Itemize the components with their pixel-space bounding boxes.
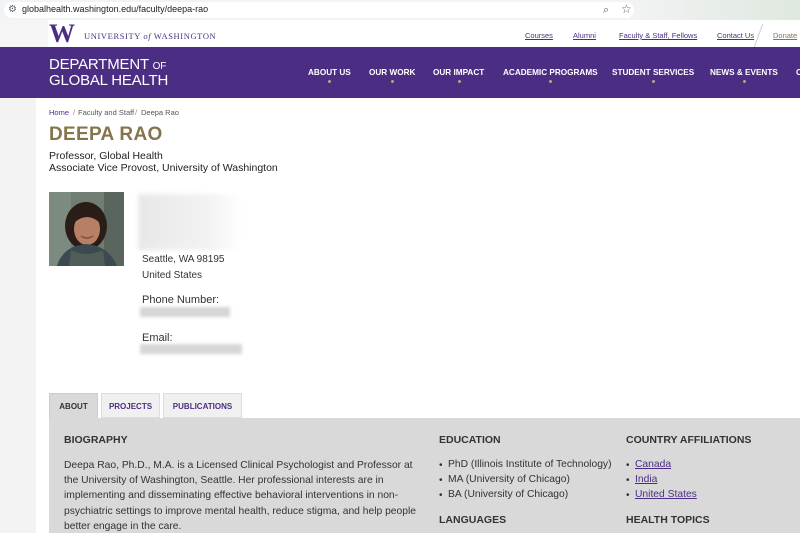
- education-item: PhD (Illinois Institute of Technology): [448, 459, 612, 470]
- bullet-icon: •: [439, 475, 443, 486]
- browser-address-bar: ⚙ globalhealth.washington.edu/faculty/de…: [0, 0, 800, 20]
- nav-dot: [549, 80, 553, 83]
- nav-label: ACADEMIC PROGRAMS: [503, 68, 598, 77]
- breadcrumb-separator: /: [135, 108, 138, 117]
- wordmark-washington: WASHINGTON: [151, 31, 217, 41]
- bullet-icon: •: [439, 460, 443, 471]
- wordmark-university: UNIVERSITY: [84, 31, 144, 41]
- health-topics-heading: HEALTH TOPICS: [626, 514, 710, 526]
- education-heading: EDUCATION: [439, 434, 501, 446]
- nav-our-impact[interactable]: OUR IMPACT: [433, 68, 485, 83]
- url-field[interactable]: ⚙ globalhealth.washington.edu/faculty/de…: [4, 2, 634, 18]
- tab-projects[interactable]: PROJECTS: [101, 393, 160, 418]
- email-label: Email:: [142, 332, 173, 344]
- bookmark-star-icon[interactable]: ☆: [621, 2, 632, 16]
- languages-heading: LANGUAGES: [439, 514, 507, 526]
- link-donate[interactable]: Donate: [773, 31, 797, 40]
- contact-city: Seattle, WA 98195: [142, 254, 225, 265]
- nav-dot: [391, 80, 395, 83]
- dept-of: OF: [152, 61, 167, 72]
- nav-label: STUDENT SERVICES: [612, 68, 695, 77]
- nav-label: OUR WORK: [369, 68, 416, 77]
- site-info-icon[interactable]: ⚙: [8, 4, 17, 15]
- nav-our-work[interactable]: OUR WORK: [369, 68, 416, 83]
- page-title: DEEPA RAO: [49, 124, 163, 145]
- person-title-secondary: Associate Vice Provost, University of Wa…: [49, 162, 278, 174]
- link-courses[interactable]: Courses: [525, 31, 553, 40]
- uw-w-logo[interactable]: W: [49, 21, 75, 47]
- bullet-icon: •: [439, 490, 443, 501]
- phone-label: Phone Number:: [142, 294, 220, 306]
- breadcrumb-separator: /: [73, 108, 76, 117]
- bullet-icon: •: [626, 490, 630, 501]
- country-affiliations-heading: COUNTRY AFFILIATIONS: [626, 434, 752, 446]
- redacted-address: [138, 194, 242, 250]
- uw-top-bar: W UNIVERSITY of WASHINGTON Courses Alumn…: [0, 20, 800, 47]
- browser-toolbar-area: [636, 0, 800, 20]
- bullet-icon: •: [626, 460, 630, 471]
- biography-heading: BIOGRAPHY: [64, 434, 128, 446]
- breadcrumb-current: Deepa Rao: [141, 108, 179, 117]
- country-link-canada[interactable]: Canada: [635, 459, 671, 470]
- redacted-phone: [140, 307, 230, 317]
- education-item: MA (University of Chicago): [448, 474, 570, 485]
- nav-dot: [328, 80, 332, 83]
- nav-student-services[interactable]: STUDENT SERVICES: [612, 68, 695, 83]
- dept-logo-line2[interactable]: GLOBAL HEALTH: [49, 73, 168, 88]
- uw-wordmark[interactable]: UNIVERSITY of WASHINGTON: [84, 31, 216, 41]
- nav-academic-programs[interactable]: ACADEMIC PROGRAMS: [503, 68, 598, 83]
- top-bar-margin: [0, 20, 48, 47]
- link-alumni[interactable]: Alumni: [573, 31, 596, 40]
- breadcrumb-faculty-staff[interactable]: Faculty and Staff: [78, 108, 134, 117]
- nav-item-cut-off[interactable]: C: [796, 68, 800, 77]
- nav-news-events[interactable]: NEWS & EVENTS: [710, 68, 778, 83]
- dept-word: DEPARTMENT: [49, 56, 153, 73]
- link-contact-us[interactable]: Contact Us: [717, 31, 754, 40]
- profile-photo: [49, 192, 124, 266]
- bullet-icon: •: [626, 475, 630, 486]
- country-link-india[interactable]: India: [635, 474, 657, 485]
- country-link-united-states[interactable]: United States: [635, 489, 697, 500]
- nav-dot: [652, 80, 656, 83]
- page-left-margin: [0, 98, 36, 533]
- nav-dot: [742, 80, 746, 83]
- zoom-icon[interactable]: ⌕: [603, 3, 609, 17]
- nav-label: OUR IMPACT: [433, 68, 485, 77]
- nav-label: ABOUT US: [308, 68, 351, 77]
- main-navigation: DEPARTMENT OF GLOBAL HEALTH ABOUT US OUR…: [0, 47, 800, 98]
- nav-label: NEWS & EVENTS: [710, 68, 778, 77]
- profile-photo-illustration: [49, 192, 124, 266]
- contact-country: United States: [142, 270, 203, 281]
- breadcrumb-home[interactable]: Home: [49, 108, 69, 117]
- biography-text: Deepa Rao, Ph.D., M.A. is a Licensed Cli…: [64, 460, 417, 532]
- redacted-email: [140, 344, 242, 354]
- url-text[interactable]: globalhealth.washington.edu/faculty/deep…: [22, 4, 208, 14]
- link-faculty-staff-fellows[interactable]: Faculty & Staff, Fellows: [619, 31, 697, 40]
- tab-publications[interactable]: PUBLICATIONS: [163, 393, 242, 418]
- person-title-primary: Professor, Global Health: [49, 150, 163, 162]
- tab-about[interactable]: ABOUT: [49, 393, 98, 418]
- education-item: BA (University of Chicago): [448, 489, 569, 500]
- nav-about-us[interactable]: ABOUT US: [308, 68, 351, 83]
- nav-dot: [457, 80, 461, 83]
